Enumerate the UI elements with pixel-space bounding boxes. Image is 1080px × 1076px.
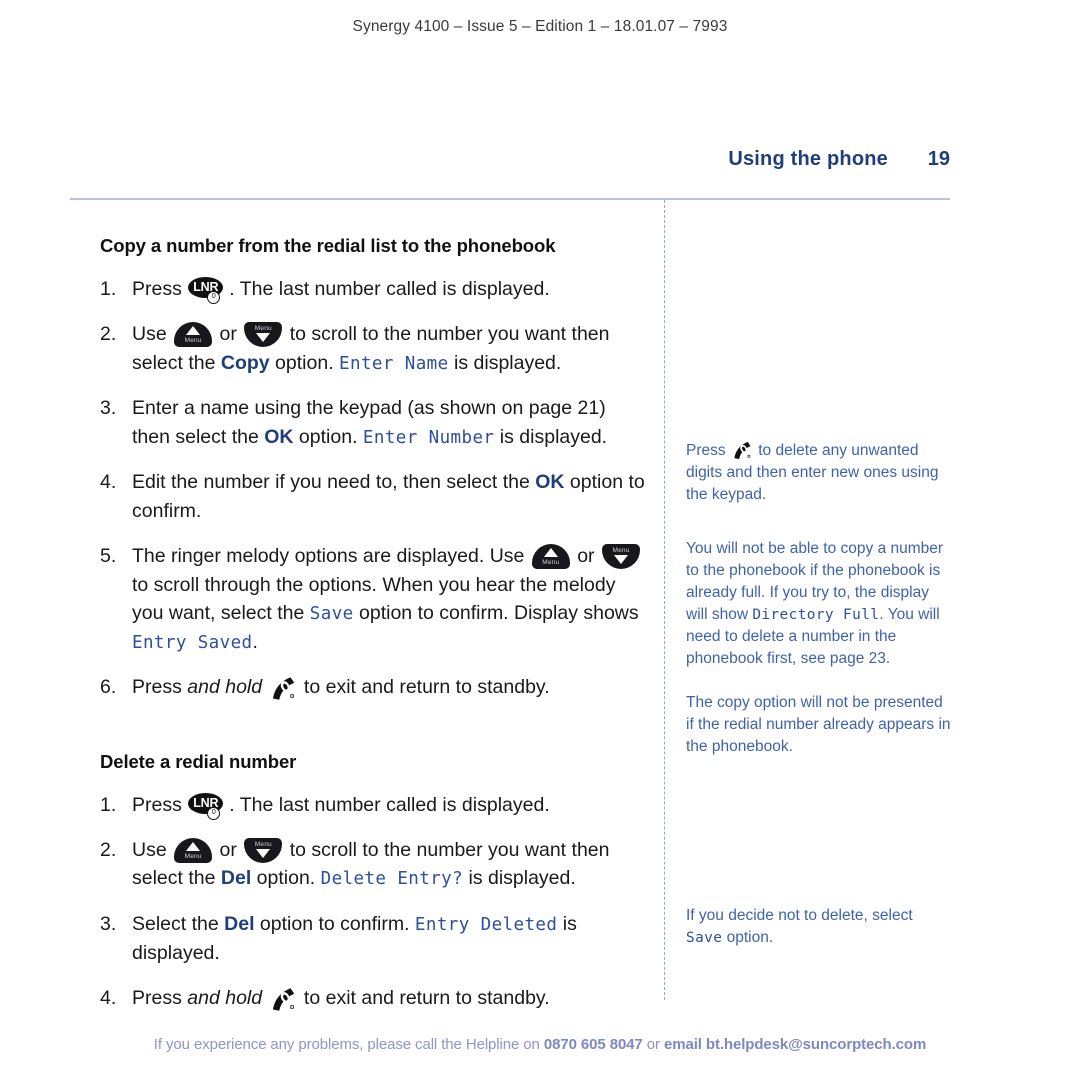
emphasis-and-hold: and hold bbox=[187, 987, 263, 1010]
step-copy-3: Enter a name using the keypad (as shown … bbox=[100, 394, 645, 451]
side-note-copy-not-presented: The copy option will not be presented if… bbox=[686, 694, 951, 755]
main-column: Copy a number from the redial list to th… bbox=[100, 232, 645, 1030]
step-delete-4: Press and hold to exit and return to sta… bbox=[100, 984, 645, 1013]
step-delete-1: Press LNR 0. The last number called is di… bbox=[100, 791, 645, 820]
step-text: . bbox=[252, 630, 258, 653]
lcd-entry-saved: Entry Saved bbox=[132, 632, 253, 653]
step-text bbox=[262, 987, 267, 1009]
triangle-up-icon bbox=[186, 326, 201, 336]
step-text: Edit the number if you need to, then sel… bbox=[132, 471, 536, 494]
scroll-down-key-icon: Menu bbox=[244, 838, 283, 864]
step-text: The ringer melody options are displayed.… bbox=[132, 545, 530, 568]
emphasis-and-hold: and hold bbox=[187, 676, 263, 699]
lcd-enter-number: Enter Number bbox=[362, 427, 495, 448]
step-text: to exit and return to standby. bbox=[298, 987, 550, 1010]
lcd-save: Save bbox=[686, 930, 723, 946]
triangle-up-icon bbox=[186, 842, 201, 852]
step-text: Use bbox=[132, 323, 173, 346]
triangle-down-icon bbox=[256, 333, 271, 343]
option-del: Del bbox=[224, 913, 255, 936]
side-note-phonebook-full: You will not be able to copy a number to… bbox=[686, 538, 954, 670]
footer-text: or bbox=[642, 1036, 664, 1053]
step-text: option. bbox=[269, 351, 340, 374]
section-title-copy: Copy a number from the redial list to th… bbox=[100, 235, 556, 256]
step-text: to exit and return to standby. bbox=[298, 676, 550, 699]
key-menu-label: Menu bbox=[542, 558, 560, 566]
option-del: Del bbox=[220, 867, 252, 890]
footer-phone-number: 0870 605 8047 bbox=[543, 1036, 643, 1053]
steps-list-copy: Press LNR 0. The last number called is di… bbox=[100, 275, 645, 703]
lnr-key-icon: LNR 0 bbox=[188, 792, 228, 820]
lcd-directory-full: Directory Full bbox=[752, 607, 880, 623]
step-text bbox=[262, 676, 267, 698]
step-text: or bbox=[214, 323, 243, 346]
lnr-key-icon: LNR 0 bbox=[188, 276, 228, 304]
scroll-down-key-icon: Menu bbox=[601, 544, 640, 570]
step-text: Press bbox=[132, 277, 188, 300]
section-title-delete: Delete a redial number bbox=[100, 750, 297, 772]
key-menu-label: Menu bbox=[184, 336, 202, 344]
step-text: Press bbox=[132, 793, 188, 816]
scroll-down-key-icon: Menu bbox=[244, 322, 283, 348]
step-text: is displayed. bbox=[494, 425, 608, 448]
step-text: Select the bbox=[132, 913, 225, 936]
step-delete-3: Select the Del option to confirm. Entry … bbox=[100, 910, 645, 967]
chapter-title: Using the phone bbox=[728, 148, 888, 170]
step-text: or bbox=[214, 839, 243, 861]
steps-list-delete: Press LNR 0. The last number called is di… bbox=[100, 791, 645, 1014]
step-text: Use bbox=[132, 839, 173, 861]
key-menu-label: Menu bbox=[184, 852, 202, 860]
step-copy-6: Press and hold to exit and return to sta… bbox=[100, 673, 645, 702]
column-divider bbox=[664, 200, 666, 1000]
option-copy: Copy bbox=[220, 351, 270, 374]
lnr-key-sub-label: 0 bbox=[207, 290, 221, 304]
step-text: option to confirm. bbox=[254, 913, 415, 936]
step-text: Press bbox=[132, 676, 188, 699]
running-head: Synergy 4100 – Issue 5 – Edition 1 – 18.… bbox=[352, 18, 728, 35]
footer-text: If you experience any problems, please c… bbox=[153, 1036, 544, 1053]
note-text: option. bbox=[722, 929, 774, 946]
scroll-up-key-icon: Menu bbox=[174, 838, 213, 864]
step-text: option to confirm. Display shows bbox=[353, 602, 639, 625]
triangle-up-icon bbox=[543, 548, 558, 558]
step-copy-4: Edit the number if you need to, then sel… bbox=[100, 468, 645, 525]
footer-helpline: If you experience any problems, please c… bbox=[0, 1036, 1080, 1053]
step-text: Press bbox=[132, 987, 188, 1010]
step-text: . The last number called is displayed. bbox=[229, 793, 550, 816]
step-text: or bbox=[571, 545, 600, 568]
triangle-down-icon bbox=[613, 555, 628, 565]
scroll-up-key-icon: Menu bbox=[174, 322, 213, 348]
page-number: 19 bbox=[927, 148, 950, 170]
end-call-handset-key-icon bbox=[270, 676, 296, 701]
step-text: is displayed. bbox=[463, 867, 576, 890]
step-copy-1: Press LNR 0. The last number called is di… bbox=[100, 275, 645, 304]
step-text: option. bbox=[251, 867, 321, 890]
lcd-enter-name: Enter Name bbox=[339, 353, 449, 374]
lcd-delete-entry: Delete Entry? bbox=[320, 869, 464, 890]
page-header: Using the phone 19 bbox=[70, 148, 950, 171]
note-text: If you decide not to delete, select bbox=[686, 907, 913, 924]
step-copy-5: The ringer melody options are displayed.… bbox=[100, 542, 645, 656]
step-text: is displayed. bbox=[448, 351, 562, 374]
note-text: Press bbox=[686, 442, 730, 459]
end-call-handset-key-icon bbox=[270, 987, 296, 1012]
footer-email: email bt.helpdesk@suncorptech.com bbox=[663, 1036, 927, 1053]
lcd-save: Save bbox=[309, 604, 354, 625]
option-ok: OK bbox=[535, 471, 565, 494]
header-rule bbox=[70, 198, 950, 200]
step-text: . The last number called is displayed. bbox=[229, 277, 550, 300]
end-call-handset-key-icon bbox=[732, 441, 752, 460]
scroll-up-key-icon: Menu bbox=[531, 544, 570, 570]
step-text: option. bbox=[293, 425, 363, 448]
side-note-delete-digits: Press to delete any unwanted digits and … bbox=[686, 440, 948, 506]
lnr-key-sub-label: 0 bbox=[207, 806, 221, 820]
option-ok: OK bbox=[264, 425, 294, 448]
step-copy-2: Use Menu or Menu to scroll to the number… bbox=[100, 320, 645, 377]
lcd-entry-deleted: Entry Deleted bbox=[414, 915, 558, 936]
step-delete-2: Use Menu or Menu to scroll to the number… bbox=[100, 836, 645, 893]
side-note-cancel-delete: If you decide not to delete, select Save… bbox=[686, 905, 948, 949]
triangle-down-icon bbox=[256, 849, 271, 859]
